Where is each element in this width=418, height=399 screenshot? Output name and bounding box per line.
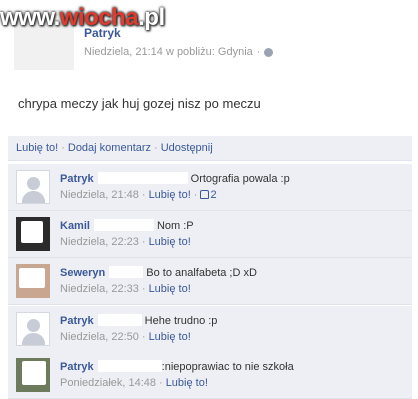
comment-body: Patryk :niepoprawiac to nie szkoła (60, 360, 294, 374)
watermark: www.wiocha.pl (0, 4, 165, 31)
comment-body: Seweryn Bo to analfabeta ;D xD (60, 266, 257, 280)
comment-meta: Niedziela, 22:23 · Lubię to! (60, 236, 191, 248)
thumbs-up-icon (200, 190, 210, 199)
comment-like-link[interactable]: Lubię to! (149, 236, 191, 248)
comment-text: Bo to analfabeta ;D xD (146, 267, 257, 279)
comment-text: Nom :P (156, 220, 194, 232)
comment-timestamp[interactable]: Niedziela, 21:48 (60, 189, 139, 201)
comment-meta: Niedziela, 22:50 · Lubię to! (60, 331, 191, 343)
post-meta: Niedziela, 21:14 w pobliżu: Gdynia · (84, 45, 274, 59)
comment-body: Patryk Hehe trudno :p (60, 314, 217, 328)
comment-text: :niepoprawiac to nie szkoła (161, 361, 294, 373)
comment-item: Patryk Hehe trudno :p Niedziela, 22:50 · Lu… (8, 306, 412, 353)
post-author-name[interactable]: Patryk (84, 26, 121, 40)
comment-item: Seweryn Bo to analfabeta ;D xD Niedziela,… (8, 258, 412, 305)
action-separator: · (61, 142, 65, 154)
comment-text: Hehe trudno :p (144, 315, 218, 327)
globe-icon[interactable] (264, 47, 274, 57)
redacted-surname (93, 219, 154, 231)
comment-timestamp[interactable]: Poniedziałek, 14:48 (60, 377, 156, 389)
comment-timestamp[interactable]: Niedziela, 22:33 (60, 283, 139, 295)
comment-like-link[interactable]: Lubię to! (149, 283, 191, 295)
post-text: chrypa meczy jak huj gozej nisz po meczu (18, 96, 261, 111)
add-comment-link[interactable]: Dodaj komentarz (68, 142, 151, 154)
commenter-avatar[interactable] (16, 312, 50, 346)
comment-meta: Poniedziałek, 14:48 · Lubię to! (60, 377, 208, 389)
redacted-surname (97, 314, 142, 326)
post-header: www.wiocha.pl Patryk Niedziela, 21:14 w … (0, 0, 418, 70)
commenter-avatar[interactable] (16, 264, 50, 298)
commenter-name[interactable]: Patryk (60, 361, 94, 373)
redacted-surname (109, 266, 144, 278)
commenter-avatar[interactable] (16, 358, 50, 392)
commenter-name[interactable]: Patryk (60, 315, 94, 327)
commenter-name[interactable]: Patryk (60, 173, 94, 185)
comment-item: Patryk :niepoprawiac to nie szkoła Ponied… (8, 352, 412, 399)
redacted-surname (97, 360, 162, 372)
comment-meta: Niedziela, 21:48 · Lubię to! · 2 (60, 189, 217, 201)
redacted-surname (97, 172, 188, 184)
post-timestamp[interactable]: Niedziela, 21:14 w pobliżu: Gdynia (84, 45, 253, 59)
comment-meta: Niedziela, 22:33 · Lubię to! (60, 283, 191, 295)
action-separator: · (154, 142, 158, 154)
commenter-name[interactable]: Kamil (60, 220, 90, 232)
comment-like-link[interactable]: Lubię to! (166, 377, 208, 389)
commenter-name[interactable]: Seweryn (60, 267, 105, 279)
post-actions-bar: Lubię to! · Dodaj komentarz · Udostępnij (8, 136, 412, 161)
comment-item: Patryk Ortografia powala :p Niedziela, 21… (8, 164, 412, 211)
comment-item: Kamil Nom :P Niedziela, 22:23 · Lubię to! (8, 211, 412, 258)
meta-separator: · (256, 46, 261, 58)
comment-body: Patryk Ortografia powala :p (60, 172, 290, 186)
like-post-link[interactable]: Lubię to! (16, 142, 58, 154)
like-count[interactable]: 2 (200, 189, 217, 201)
comment-timestamp[interactable]: Niedziela, 22:23 (60, 236, 139, 248)
comment-body: Kamil Nom :P (60, 219, 194, 233)
comment-timestamp[interactable]: Niedziela, 22:50 (60, 331, 139, 343)
comment-text: Ortografia powala :p (190, 173, 290, 185)
comment-like-link[interactable]: Lubię to! (149, 331, 191, 343)
commenter-avatar[interactable] (16, 170, 50, 204)
comment-like-link[interactable]: Lubię to! (149, 189, 191, 201)
commenter-avatar[interactable] (16, 217, 50, 251)
share-link[interactable]: Udostępnij (161, 142, 213, 154)
